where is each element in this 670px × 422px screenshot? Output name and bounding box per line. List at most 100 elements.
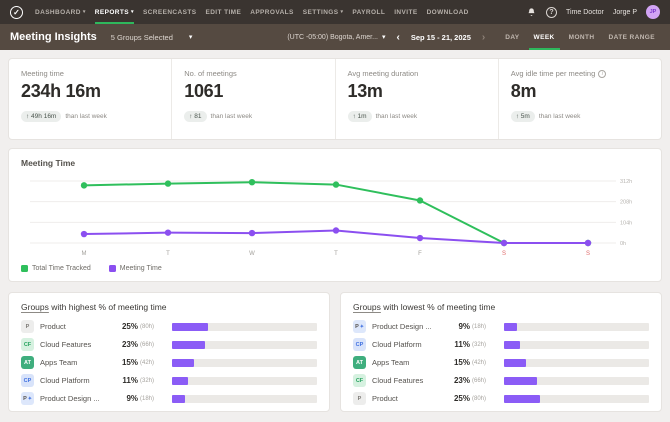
group-row-product-design[interactable]: P✦Product Design ...9%(18h)	[21, 392, 317, 405]
stat-label: Avg meeting duration	[348, 69, 486, 78]
chevron-down-icon: ▾	[341, 9, 344, 15]
group-name: Cloud Features	[40, 340, 112, 349]
group-name: Cloud Features	[372, 376, 444, 385]
nav-item-label: SCREENCASTS	[143, 9, 197, 16]
data-point-total-time-tracked[interactable]	[165, 180, 171, 186]
group-row-apps-team[interactable]: ATApps Team15%(42h)	[353, 356, 649, 369]
delta-badge: ↑ 81	[184, 111, 206, 122]
data-point-meeting-time[interactable]	[333, 227, 339, 233]
group-hours: (80h)	[472, 396, 500, 402]
data-point-total-time-tracked[interactable]	[249, 179, 255, 185]
nav-item-screencasts[interactable]: SCREENCASTS	[143, 0, 197, 24]
legend-item-total-time-tracked[interactable]: Total Time Tracked	[21, 265, 91, 272]
stat-avg-meeting-duration: Avg meeting duration13m↑ 1mthan last wee…	[335, 59, 498, 139]
nav-item-settings[interactable]: SETTINGS▾	[303, 0, 344, 24]
legend-item-meeting-time[interactable]: Meeting Time	[109, 265, 162, 272]
nav-item-label: DASHBOARD	[35, 9, 81, 16]
group-bar-track	[504, 359, 649, 367]
data-point-total-time-tracked[interactable]	[333, 181, 339, 187]
group-bar-fill	[504, 377, 537, 385]
stat-value: 1061	[184, 81, 322, 102]
x-axis-label: S	[502, 251, 506, 257]
delta-badge: ↑ 49h 16m	[21, 111, 61, 122]
group-avatar: CP	[21, 374, 34, 387]
groups-highest-panel: Groups with highest % of meeting time PPr…	[8, 292, 330, 412]
chevron-down-icon: ▾	[131, 9, 134, 15]
series-line-total-time-tracked	[84, 182, 588, 243]
group-row-product[interactable]: PProduct25%(80h)	[353, 392, 649, 405]
group-row-cloud-platform[interactable]: CPCloud Platform11%(32h)	[21, 374, 317, 387]
company-name[interactable]: Time Doctor	[566, 9, 604, 16]
data-point-meeting-time[interactable]	[249, 230, 255, 236]
group-percent: 25%	[444, 394, 470, 403]
data-point-total-time-tracked[interactable]	[417, 197, 423, 203]
group-row-product-design[interactable]: P✦Product Design ...9%(18h)	[353, 320, 649, 333]
nav-item-label: DOWNLOAD	[427, 9, 469, 16]
group-title-groups-word: Groups	[353, 302, 381, 312]
group-hours: (66h)	[140, 342, 168, 348]
group-hours: (18h)	[472, 324, 500, 330]
main-content: Meeting time234h 16m↑ 49h 16mthan last w…	[0, 50, 670, 420]
period-tab-date-range[interactable]: DATE RANGE	[604, 24, 661, 50]
data-point-meeting-time[interactable]	[417, 235, 423, 241]
group-row-product[interactable]: PProduct25%(80h)	[21, 320, 317, 333]
next-week-button[interactable]: ›	[480, 32, 487, 43]
group-panel-title: Groups with highest % of meeting time	[21, 302, 317, 312]
date-range-label[interactable]: Sep 15 - 21, 2025	[411, 33, 471, 42]
data-point-meeting-time[interactable]	[81, 231, 87, 237]
group-hours: (42h)	[472, 360, 500, 366]
group-name: Apps Team	[40, 358, 112, 367]
nav-item-label: REPORTS	[95, 9, 129, 16]
nav-item-invite[interactable]: INVITE	[394, 0, 417, 24]
group-percent: 9%	[112, 394, 138, 403]
nav-item-dashboard[interactable]: DASHBOARD▾	[35, 0, 86, 24]
group-hours: (18h)	[140, 396, 168, 402]
group-hours: (66h)	[472, 378, 500, 384]
timezone-dropdown[interactable]: (UTC -05:00) Bogota, Amer... ▾	[287, 33, 385, 41]
nav-items: DASHBOARD▾REPORTS▾SCREENCASTSEDIT TIMEAP…	[35, 0, 469, 24]
nav-item-edit-time[interactable]: EDIT TIME	[205, 0, 241, 24]
y-tick-label: 208h	[620, 200, 632, 206]
x-axis-label: T	[166, 251, 170, 257]
help-icon[interactable]: ?	[546, 7, 557, 18]
group-bar-fill	[172, 323, 208, 331]
legend-swatch-icon	[109, 265, 116, 272]
data-point-meeting-time[interactable]	[165, 229, 171, 235]
delta-badge: ↑ 1m	[348, 111, 372, 122]
legend-swatch-icon	[21, 265, 28, 272]
data-point-meeting-time[interactable]	[501, 240, 507, 246]
group-percent: 25%	[112, 322, 138, 331]
chevron-down-icon: ▾	[189, 33, 193, 41]
nav-item-label: SETTINGS	[303, 9, 339, 16]
stat-label: Avg idle time per meetingi	[511, 69, 649, 78]
group-name: Product Design ...	[40, 394, 112, 403]
group-row-cloud-features[interactable]: CFCloud Features23%(66h)	[353, 374, 649, 387]
nav-item-payroll[interactable]: PAYROLL	[352, 0, 385, 24]
group-bar-track	[504, 323, 649, 331]
group-percent: 11%	[112, 376, 138, 385]
top-nav: ✓ DASHBOARD▾REPORTS▾SCREENCASTSEDIT TIME…	[0, 0, 670, 24]
user-avatar[interactable]: JP	[646, 5, 660, 19]
prev-week-button[interactable]: ‹	[394, 32, 401, 43]
groups-selector-dropdown[interactable]: 5 Groups Selected ▾	[111, 33, 193, 42]
user-name[interactable]: Jorge P	[613, 9, 637, 16]
group-name: Cloud Platform	[372, 340, 444, 349]
x-axis-label: S	[586, 251, 590, 257]
notifications-bell-icon[interactable]	[526, 7, 537, 18]
data-point-meeting-time[interactable]	[585, 240, 591, 246]
group-row-apps-team[interactable]: ATApps Team15%(42h)	[21, 356, 317, 369]
info-icon[interactable]: i	[598, 70, 606, 78]
timedoctor-logo-icon[interactable]: ✓	[10, 6, 23, 19]
group-row-cloud-features[interactable]: CFCloud Features23%(66h)	[21, 338, 317, 351]
group-bar-fill	[172, 377, 188, 385]
nav-item-reports[interactable]: REPORTS▾	[95, 0, 134, 24]
period-tab-day[interactable]: DAY	[500, 24, 524, 50]
period-tab-week[interactable]: WEEK	[529, 24, 560, 50]
nav-item-download[interactable]: DOWNLOAD	[427, 0, 469, 24]
period-tab-month[interactable]: MONTH	[564, 24, 600, 50]
data-point-total-time-tracked[interactable]	[81, 182, 87, 188]
group-row-cloud-platform[interactable]: CPCloud Platform11%(32h)	[353, 338, 649, 351]
stat-delta: ↑ 5mthan last week	[511, 111, 649, 122]
group-hours: (32h)	[472, 342, 500, 348]
nav-item-approvals[interactable]: APPROVALS	[250, 0, 294, 24]
